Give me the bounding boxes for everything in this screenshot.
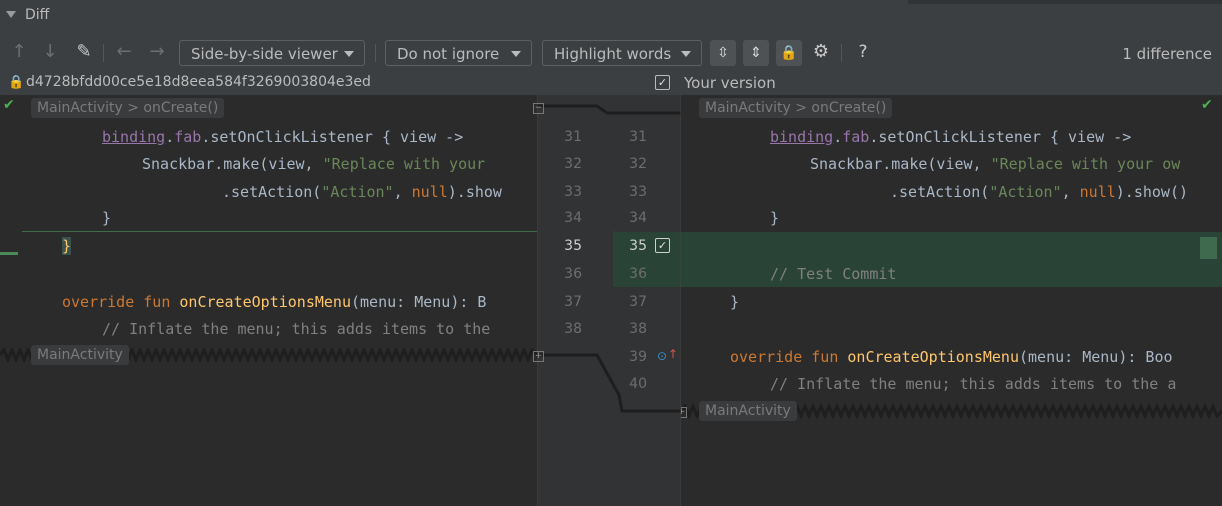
apply-change-checkbox[interactable]: ✓: [655, 238, 670, 253]
highlight-mode-dropdown[interactable]: Highlight words: [542, 40, 702, 66]
checkmark-icon: ✔: [1201, 97, 1213, 113]
settings-gear-icon[interactable]: ⚙: [809, 40, 833, 64]
left-line-number: 38: [564, 321, 582, 337]
deletion-marker-line: [22, 231, 537, 232]
right-line-number: 32: [629, 156, 647, 172]
diff-gutter: − + 31 32 33 34 35 36 37 38 31 32 33 34 …: [533, 95, 681, 506]
ignore-label: Do not ignore: [397, 45, 500, 63]
change-gutter-marker: [0, 252, 18, 255]
inserted-block-highlight: [681, 232, 1222, 287]
previous-difference-icon[interactable]: ↑: [7, 40, 31, 64]
right-editor-pane[interactable]: MainActivity > onCreate() ✔ binding.fab.…: [681, 95, 1222, 506]
code-line: }: [62, 237, 72, 255]
left-line-number: 31: [564, 129, 582, 145]
collapse-unchanged-icon[interactable]: ⇳: [710, 40, 736, 66]
edit-source-icon[interactable]: ✎: [72, 40, 96, 64]
left-line-number: 35: [564, 238, 582, 254]
right-line-number: 31: [629, 129, 647, 145]
code-line: // Inflate the menu; this adds items to …: [770, 375, 1177, 393]
code-line: Snackbar.make(view, "Replace with your o…: [810, 155, 1181, 173]
help-button[interactable]: ?: [851, 40, 875, 64]
left-line-number: 37: [564, 294, 582, 310]
chevron-down-icon: [511, 51, 521, 57]
left-line-number: 33: [564, 184, 582, 200]
chevron-down-icon: [344, 51, 354, 57]
right-line-number: 34: [629, 210, 647, 226]
lock-editing-icon[interactable]: 🔒: [776, 40, 802, 66]
override-arrow-icon[interactable]: ↑: [668, 347, 678, 361]
difference-count: 1 difference: [1122, 45, 1212, 63]
left-line-number: 36: [564, 266, 582, 282]
right-line-number: 40: [629, 376, 647, 392]
lock-icon: 🔒: [8, 75, 25, 90]
code-line: .setAction("Action", null).show: [222, 183, 502, 201]
diff-titles-row: 🔒 d4728bfdd00ce5e18d8eea584f3269003804e3…: [0, 72, 1222, 95]
gutter-connector: [537, 95, 681, 506]
right-line-number: 37: [629, 294, 647, 310]
title-bar-strip: [908, 0, 1222, 4]
code-line: // Test Commit: [770, 265, 897, 283]
viewer-mode-label: Side-by-side viewer: [191, 45, 338, 63]
code-line: override fun onCreateOptionsMenu(menu: M…: [62, 293, 487, 311]
code-line: binding.fab.setOnClickListener { view ->: [770, 128, 1132, 146]
left-breadcrumb-bottom[interactable]: MainActivity: [31, 345, 129, 365]
toolbar-separator: [103, 44, 104, 62]
right-breadcrumb-bottom[interactable]: MainActivity: [699, 401, 797, 421]
next-difference-icon[interactable]: ↓: [38, 40, 62, 64]
code-line: .setAction("Action", null).show(): [890, 183, 1189, 201]
checkmark-icon: ✔: [3, 97, 15, 113]
forward-arrow-icon[interactable]: →: [145, 40, 169, 64]
right-line-number: 36: [629, 266, 647, 282]
ignore-whitespace-dropdown[interactable]: Do not ignore: [385, 40, 532, 66]
right-version-title: Your version: [684, 74, 776, 92]
collapse-triangle-icon[interactable]: [6, 11, 16, 18]
left-line-number: 32: [564, 156, 582, 172]
code-line: }: [102, 209, 112, 227]
back-arrow-icon[interactable]: ←: [112, 40, 136, 64]
viewer-mode-dropdown[interactable]: Side-by-side viewer: [179, 40, 365, 66]
left-editor-pane[interactable]: ✔ MainActivity > onCreate() binding.fab.…: [0, 95, 537, 506]
right-line-number: 39: [629, 349, 647, 365]
diff-panel-header: Diff: [0, 0, 1222, 32]
fold-toggle-icon[interactable]: +: [681, 407, 687, 418]
right-line-number: 33: [629, 184, 647, 200]
code-line: binding.fab.setOnClickListener { view ->: [102, 128, 464, 146]
diff-toolbar: ↑ ↓ ✎ ← → Side-by-side viewer Do not ign…: [0, 32, 1222, 72]
your-version-checkbox[interactable]: ✓: [655, 75, 670, 90]
toolbar-separator: [375, 44, 376, 62]
code-line: override fun onCreateOptionsMenu(menu: M…: [730, 348, 1173, 366]
left-breadcrumb-top[interactable]: MainActivity > onCreate(): [31, 98, 225, 118]
chevron-down-icon: [681, 51, 691, 57]
right-line-number: 35: [629, 238, 647, 254]
left-line-number: 34: [564, 210, 582, 226]
code-line: Snackbar.make(view, "Replace with your: [142, 155, 486, 173]
fold-toggle-icon[interactable]: −: [533, 103, 544, 114]
right-breadcrumb-top[interactable]: MainActivity > onCreate(): [699, 98, 893, 118]
right-line-number: 38: [629, 321, 647, 337]
highlight-label: Highlight words: [554, 45, 672, 63]
code-line: }: [770, 209, 780, 227]
change-stripe-marker: [1200, 237, 1217, 259]
code-line: }: [730, 293, 740, 311]
synchronize-scrolling-icon[interactable]: ⇕: [743, 40, 769, 66]
panel-title: Diff: [25, 7, 50, 23]
code-line: // Inflate the menu; this adds items to …: [102, 320, 491, 338]
breakpoint-icon[interactable]: ⊙: [657, 349, 667, 363]
toolbar-separator: [841, 44, 842, 62]
left-revision-title: d4728bfdd00ce5e18d8eea584f3269003804e3ed: [26, 74, 371, 90]
fold-toggle-icon[interactable]: +: [533, 351, 544, 362]
